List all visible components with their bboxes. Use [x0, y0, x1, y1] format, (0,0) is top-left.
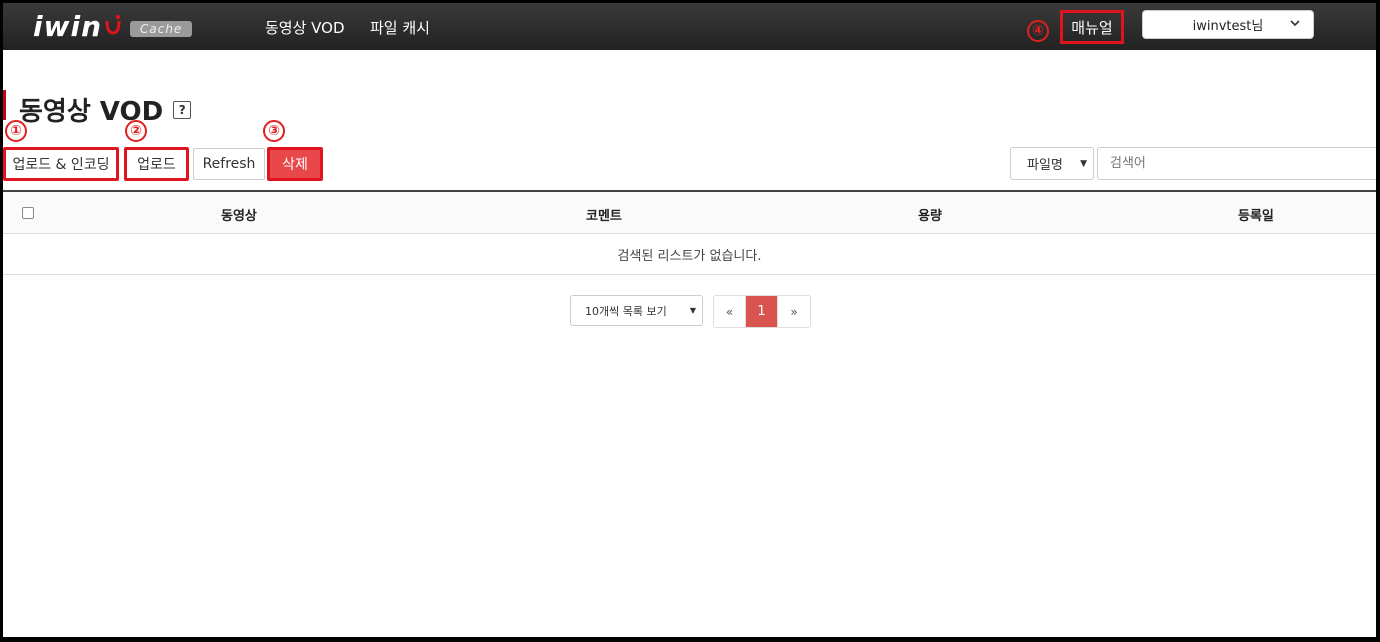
logo-badge: Cache	[130, 21, 193, 37]
pagination-next[interactable]: »	[778, 296, 810, 327]
upload-encode-button[interactable]: 업로드 & 인코딩	[3, 147, 119, 181]
pagination-page-1[interactable]: 1	[746, 296, 778, 327]
select-all-checkbox[interactable]	[22, 207, 34, 219]
chevron-down-icon	[1289, 17, 1301, 32]
page-size-value: 10개씩 목록 보기	[585, 304, 667, 318]
upload-button[interactable]: 업로드	[124, 147, 189, 181]
annotation-marker-1: ①	[5, 120, 27, 142]
annotation-marker-4: ④	[1027, 20, 1049, 42]
title-accent-bar	[3, 90, 6, 120]
column-header-date[interactable]: 등록일	[1238, 205, 1274, 224]
table-header: 동영상 코멘트 용량 등록일	[3, 190, 1376, 234]
search-type-select[interactable]: 파일명 ▼	[1010, 147, 1094, 180]
annotation-marker-3: ③	[263, 120, 285, 142]
nav-link-vod[interactable]: 동영상 VOD	[265, 17, 345, 38]
column-header-video[interactable]: 동영상	[221, 205, 257, 224]
help-icon[interactable]: ?	[173, 100, 192, 119]
delete-button[interactable]: 삭제	[267, 147, 323, 181]
refresh-button[interactable]: Refresh	[193, 148, 265, 180]
nav-link-file-cache[interactable]: 파일 캐시	[370, 17, 430, 38]
video-table: 동영상 코멘트 용량 등록일 검색된 리스트가 없습니다.	[3, 190, 1376, 275]
caret-down-icon: ▼	[689, 306, 696, 315]
pagination: « 1 »	[713, 295, 811, 328]
page-size-select[interactable]: 10개씩 목록 보기 ▼	[570, 295, 703, 326]
manual-button[interactable]: 매뉴얼	[1060, 10, 1124, 44]
page-title: 동영상 VOD ?	[19, 91, 192, 128]
app-frame: iwin Cache 동영상 VOD 파일 캐시 ④ 매뉴얼 iwinvtest…	[3, 3, 1376, 637]
top-navbar: iwin Cache 동영상 VOD 파일 캐시 ④ 매뉴얼 iwinvtest…	[3, 3, 1376, 50]
caret-down-icon: ▼	[1080, 158, 1087, 169]
user-name: iwinvtest님	[1192, 19, 1264, 34]
smile-icon	[105, 14, 121, 35]
annotation-marker-2: ②	[125, 120, 147, 142]
column-header-comment[interactable]: 코멘트	[586, 205, 622, 224]
user-dropdown[interactable]: iwinvtest님	[1142, 10, 1314, 39]
column-header-size[interactable]: 용량	[918, 205, 942, 224]
logo-text: iwin	[33, 9, 102, 43]
search-type-value: 파일명	[1027, 158, 1063, 173]
search-input[interactable]	[1097, 147, 1376, 180]
empty-message: 검색된 리스트가 없습니다.	[3, 234, 1376, 275]
logo[interactable]: iwin Cache	[33, 9, 193, 43]
pagination-prev[interactable]: «	[714, 296, 746, 327]
